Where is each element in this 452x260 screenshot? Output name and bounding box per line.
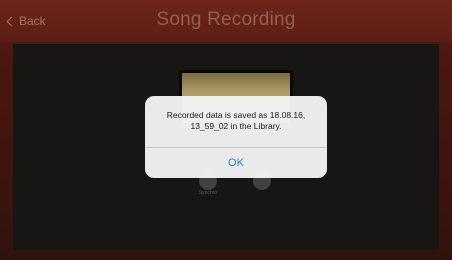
alert-message-line2: 13_59_02 in the Library. [190,121,282,131]
alert-message-line1: Recorded data is saved as 18.08.16, [166,110,306,120]
save-confirmation-alert: Recorded data is saved as 18.08.16, 13_5… [145,96,327,178]
ok-button[interactable]: OK [145,148,327,178]
alert-message: Recorded data is saved as 18.08.16, 13_5… [155,110,317,132]
